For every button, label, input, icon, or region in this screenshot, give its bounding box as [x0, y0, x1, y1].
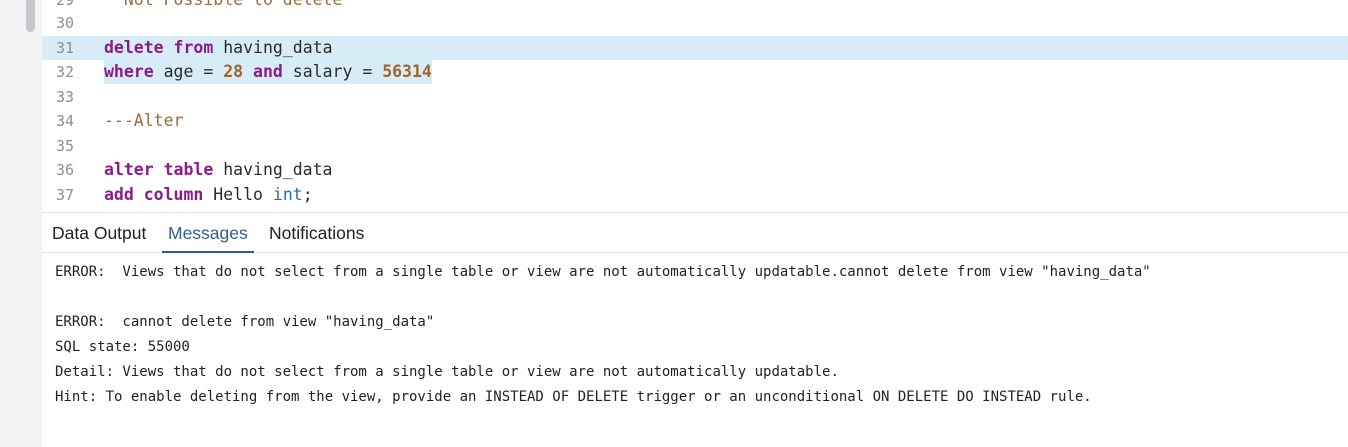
- line-number: 33: [55, 87, 74, 106]
- code-token: ;: [302, 184, 313, 204]
- tab-messages[interactable]: Messages: [162, 213, 254, 253]
- code-text: add column Hello int;: [104, 183, 313, 207]
- code-text: alter table having_data: [104, 158, 333, 182]
- code-token: salary =: [282, 62, 383, 81]
- code-token: Hello: [203, 184, 273, 204]
- line-number: 34: [55, 112, 74, 130]
- code-text: ---Alter: [104, 109, 183, 133]
- code-token: and: [253, 62, 283, 81]
- code-token: where: [104, 62, 154, 81]
- editor-line[interactable]: 36 alter table having_data: [42, 158, 1348, 182]
- output-panel: Data Output Messages Notifications ERROR…: [42, 212, 1348, 447]
- code-token: having_data: [213, 160, 333, 179]
- editor-line[interactable]: 30: [42, 11, 1348, 35]
- code-token: add: [104, 184, 134, 204]
- code-token: having_data: [213, 37, 333, 57]
- code-text: where age = 28 and salary = 56314: [104, 60, 432, 84]
- line-number: 32: [55, 63, 74, 81]
- line-number: 35: [55, 136, 74, 155]
- line-number: 31: [55, 38, 74, 57]
- editor-line[interactable]: 32 where age = 28 and salary = 56314: [42, 60, 1348, 84]
- message-line: Detail: Views that do not select from a …: [55, 364, 839, 380]
- code-token: delete: [104, 37, 164, 57]
- output-tabs: Data Output Messages Notifications: [42, 213, 1348, 253]
- messages-output: ERROR: Views that do not select from a s…: [55, 260, 1345, 410]
- editor-line[interactable]: 33: [42, 85, 1348, 109]
- code-token: 56314: [382, 62, 432, 81]
- code-token: age =: [153, 62, 224, 81]
- message-line: ERROR: Views that do not select from a s…: [55, 264, 1151, 280]
- code-token: ---Alter: [104, 111, 184, 130]
- editor-line[interactable]: 31 delete from having_data: [42, 35, 1348, 60]
- code-token: int: [272, 184, 303, 204]
- line-number: 37: [55, 185, 74, 204]
- editor-line[interactable]: 34 ---Alter: [42, 109, 1348, 133]
- line-number: 36: [55, 161, 74, 179]
- message-line: [55, 285, 1345, 310]
- message-line: SQL state: 55000: [55, 339, 190, 355]
- code-token: alter: [104, 160, 154, 179]
- code-token: 28: [223, 62, 244, 81]
- sql-editor[interactable]: 29 Not Possible to delete 3031delete fro…: [42, 0, 1348, 212]
- code-text: delete from having_data: [104, 36, 333, 60]
- line-number: 30: [55, 14, 74, 32]
- message-line: ERROR: cannot delete from view "having_d…: [55, 314, 435, 330]
- tab-notifications[interactable]: Notifications: [269, 213, 364, 252]
- code-token: column: [143, 184, 204, 204]
- left-gutter-strip: [0, 0, 42, 447]
- editor-line[interactable]: 35: [42, 134, 1348, 158]
- message-line: Hint: To enable deleting from the view, …: [55, 389, 1092, 405]
- editor-line[interactable]: 37 add column Hello int;: [42, 183, 1348, 207]
- code-token: table: [163, 160, 214, 179]
- tab-data-output[interactable]: Data Output: [52, 213, 146, 252]
- code-token: from: [173, 37, 214, 57]
- editor-scrollbar-thumb[interactable]: [26, 0, 35, 32]
